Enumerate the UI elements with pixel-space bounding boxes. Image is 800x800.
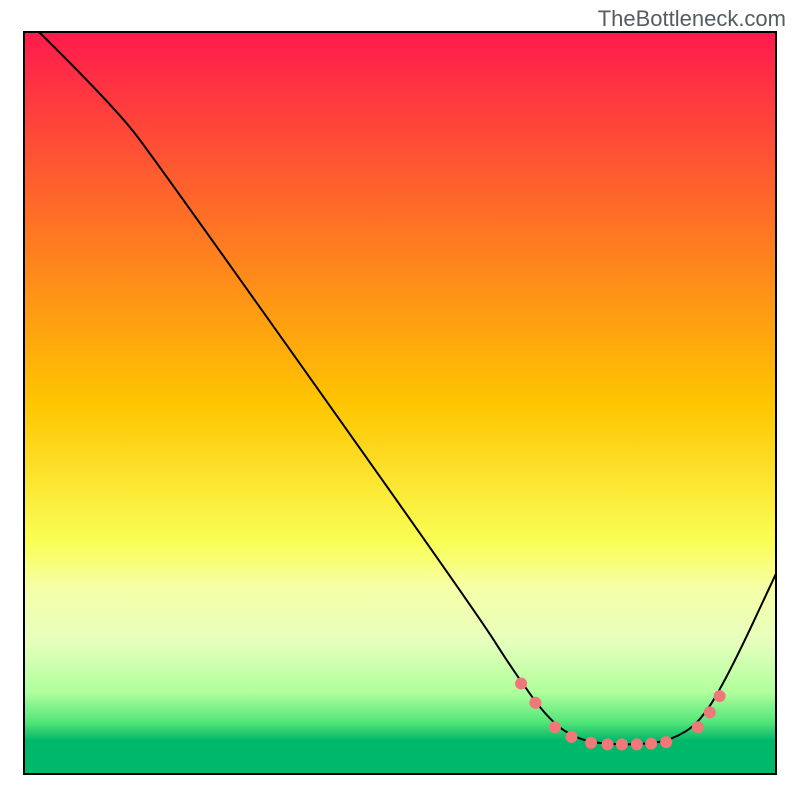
data-marker <box>704 706 716 718</box>
bottleneck-chart <box>0 0 800 800</box>
data-marker <box>692 721 704 733</box>
data-marker <box>565 731 577 743</box>
data-marker <box>631 738 643 750</box>
data-marker <box>515 677 527 689</box>
data-marker <box>616 738 628 750</box>
data-marker <box>602 738 614 750</box>
data-marker <box>660 736 672 748</box>
attribution-label: TheBottleneck.com <box>598 6 786 32</box>
data-marker <box>549 721 561 733</box>
data-marker <box>585 737 597 749</box>
data-marker <box>645 738 657 750</box>
chart-background <box>24 32 776 774</box>
chart-container: TheBottleneck.com <box>0 0 800 800</box>
data-marker <box>714 690 726 702</box>
data-marker <box>529 697 541 709</box>
